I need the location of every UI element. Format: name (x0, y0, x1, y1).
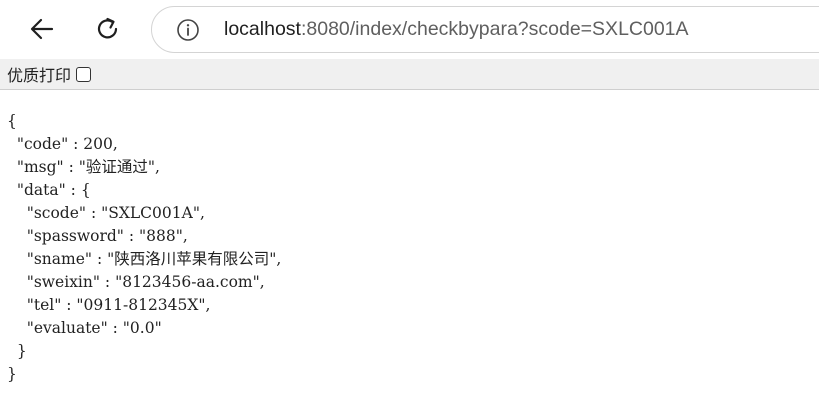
url-host: localhost (224, 18, 301, 40)
json-line: "code" : 200, (7, 135, 118, 153)
address-bar[interactable]: localhost:8080/index/checkbypara?scode=S… (151, 6, 819, 53)
json-response: { "code" : 200, "msg" : "验证通过", "data" :… (7, 110, 281, 386)
back-arrow-icon (30, 18, 54, 40)
json-line: "msg" : "验证通过", (7, 158, 160, 176)
back-button[interactable] (24, 11, 60, 47)
print-label: 优质打印 (7, 66, 72, 85)
reload-icon (97, 17, 118, 39)
browser-toolbar: localhost:8080/index/checkbypara?scode=S… (0, 0, 819, 59)
json-line: "scode" : "SXLC001A", (7, 204, 205, 222)
url-path: :8080/index/checkbypara?scode=SXLC001A (300, 18, 689, 40)
json-line: "data" : { (7, 181, 91, 199)
info-icon[interactable] (176, 18, 200, 42)
json-line: "sweixin" : "8123456-aa.com", (7, 273, 265, 291)
json-line: } (7, 365, 17, 383)
print-bar: 优质打印 (0, 59, 819, 90)
json-line: { (7, 112, 17, 130)
reload-button[interactable] (90, 11, 126, 47)
json-line: "evaluate" : "0.0" (7, 319, 162, 337)
json-line: "sname" : "陕西洛川苹果有限公司", (7, 250, 282, 268)
url-text[interactable]: localhost:8080/index/checkbypara?scode=S… (224, 18, 689, 41)
print-checkbox[interactable] (76, 66, 92, 82)
json-line: } (7, 342, 27, 360)
json-line: "tel" : "0911-812345X", (7, 296, 211, 314)
json-line: "spassword" : "888", (7, 227, 188, 245)
